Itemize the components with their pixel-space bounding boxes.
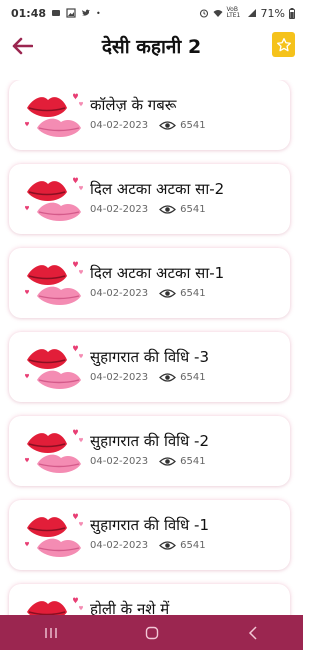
story-title: दिल अटका अटका सा-2 — [90, 180, 225, 198]
network-label: VoB LTE1 — [226, 6, 241, 19]
story-meta: 04-02-2023 6541 — [90, 540, 206, 551]
status-left: 01:48 • — [11, 7, 101, 20]
story-card[interactable]: दिल अटका अटका सा-1 04-02-2023 6541 — [9, 248, 290, 318]
wifi-icon — [213, 10, 223, 17]
story-meta: 04-02-2023 6541 — [90, 456, 206, 467]
eye-icon — [159, 205, 177, 214]
lips-hearts-icon — [27, 597, 83, 615]
status-time: 01:48 — [11, 6, 47, 20]
system-nav-bar — [0, 615, 303, 650]
eye-icon — [159, 289, 177, 298]
system-back-button[interactable] — [233, 618, 273, 648]
story-card[interactable]: कॉलेज़ के गबरू 04-02-2023 6541 — [9, 80, 290, 150]
story-card[interactable]: होली के नशे में — [9, 584, 290, 615]
notification-message-icon — [52, 10, 61, 16]
eye-icon — [159, 541, 177, 550]
story-date: 04-02-2023 — [90, 372, 149, 383]
star-icon — [276, 37, 291, 51]
story-views: 6541 — [180, 288, 206, 299]
story-title: कॉलेज़ के गबरू — [90, 96, 177, 114]
story-card[interactable]: सुहागरात की विधि -2 04-02-2023 6541 — [9, 416, 290, 486]
gallery-icon — [66, 8, 76, 18]
eye-icon — [159, 457, 177, 466]
story-meta: 04-02-2023 6541 — [90, 204, 206, 215]
story-title: सुहागरात की विधि -2 — [90, 432, 210, 450]
home-button[interactable] — [132, 618, 172, 648]
story-views: 6541 — [180, 456, 206, 467]
recent-apps-icon — [44, 627, 57, 638]
alarm-icon — [199, 9, 208, 18]
lips-hearts-icon — [25, 177, 83, 221]
app-bar: देसी कहानी 2 — [0, 26, 303, 68]
status-bar: 01:48 • VoB LTE1 71% — [0, 0, 303, 26]
story-title: सुहागरात की विधि -3 — [90, 348, 210, 366]
story-card[interactable]: सुहागरात की विधि -1 04-02-2023 6541 — [9, 500, 290, 570]
status-right: VoB LTE1 71% — [199, 7, 295, 20]
eye-icon — [159, 373, 177, 382]
twitter-icon — [82, 9, 91, 16]
battery-percent: 71% — [260, 6, 285, 20]
story-meta: 04-02-2023 6541 — [90, 120, 206, 131]
story-date: 04-02-2023 — [90, 456, 149, 467]
lips-hearts-icon — [25, 261, 83, 305]
story-views: 6541 — [180, 372, 206, 383]
battery-icon — [289, 7, 295, 19]
story-views: 6541 — [180, 540, 206, 551]
favorite-button[interactable] — [272, 32, 295, 57]
story-title: होली के नशे में — [90, 600, 170, 615]
lips-hearts-icon — [25, 429, 83, 473]
story-list[interactable]: कॉलेज़ के गबरू 04-02-2023 6541 दिल अटका … — [0, 80, 303, 615]
story-date: 04-02-2023 — [90, 204, 149, 215]
telegram-icon: • — [96, 8, 101, 18]
story-views: 6541 — [180, 204, 206, 215]
story-card[interactable]: दिल अटका अटका सा-2 04-02-2023 6541 — [9, 164, 290, 234]
story-meta: 04-02-2023 6541 — [90, 372, 206, 383]
lips-hearts-icon — [25, 345, 83, 389]
story-title: दिल अटका अटका सा-1 — [90, 264, 225, 282]
story-title: सुहागरात की विधि -1 — [90, 516, 210, 534]
page-title: देसी कहानी 2 — [101, 36, 202, 58]
home-icon — [145, 626, 158, 639]
back-icon — [248, 625, 257, 640]
story-date: 04-02-2023 — [90, 120, 149, 131]
story-card[interactable]: सुहागरात की विधि -3 04-02-2023 6541 — [9, 332, 290, 402]
eye-icon — [159, 121, 177, 130]
story-meta: 04-02-2023 6541 — [90, 288, 206, 299]
lips-hearts-icon — [25, 513, 83, 557]
recent-apps-button[interactable] — [31, 618, 71, 648]
story-date: 04-02-2023 — [90, 288, 149, 299]
signal-icon — [247, 9, 256, 17]
story-views: 6541 — [180, 120, 206, 131]
story-date: 04-02-2023 — [90, 540, 149, 551]
lips-hearts-icon — [25, 93, 83, 137]
